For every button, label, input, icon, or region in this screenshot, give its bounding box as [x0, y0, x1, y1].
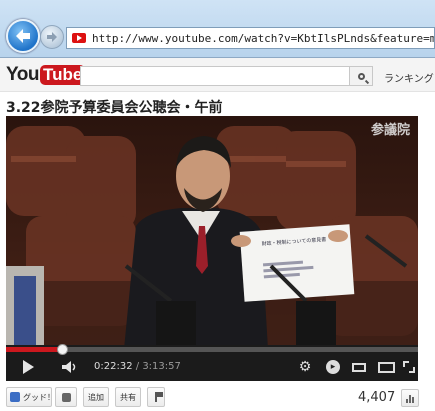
browser-toolbar: http://www.youtube.com/watch?v=KbtIlsPLn…: [0, 0, 435, 58]
large-player-icon: [377, 361, 395, 373]
like-label: グッド！: [23, 392, 55, 402]
gear-icon: ⚙: [298, 359, 312, 375]
action-bar: グッド！ 追加 共有 4,407: [0, 381, 435, 411]
logo-tube: Tube: [39, 65, 86, 85]
volume-button[interactable]: [60, 357, 80, 377]
flag-icon: [155, 392, 163, 402]
play-button[interactable]: [20, 357, 36, 377]
youtube-favicon-icon: [72, 33, 86, 43]
settings-button[interactable]: ⚙: [296, 357, 314, 377]
large-player-button[interactable]: [376, 357, 396, 377]
share-button[interactable]: 共有: [115, 387, 141, 407]
current-time: 0:22:32: [94, 361, 133, 372]
player-controls: 0:22:32 / 3:13:57 ⚙ ▸: [6, 344, 418, 381]
fullscreen-icon: [403, 361, 415, 373]
small-player-icon: [352, 362, 366, 372]
thumbs-up-icon: [10, 392, 20, 402]
video-title: 3.22参院予算委員会公聴会・午前: [6, 100, 223, 116]
youtube-logo[interactable]: You Tube: [6, 64, 86, 85]
view-count: 4,407: [358, 390, 396, 405]
duration: 3:13:57: [142, 361, 181, 372]
video-player[interactable]: 財政・税制についての意見書 参議院: [6, 116, 418, 349]
progress-bar[interactable]: [6, 344, 418, 355]
arrow-left-icon: [16, 29, 30, 43]
progress-fill: [6, 347, 63, 352]
logo-you: You: [6, 64, 39, 85]
channel-watermark: 参議院: [370, 123, 410, 138]
watch-on-youtube-button[interactable]: ▸: [324, 357, 342, 377]
dislike-button[interactable]: [55, 387, 77, 407]
flag-button[interactable]: [147, 387, 165, 407]
thumbs-down-icon: [61, 392, 71, 402]
add-to-button[interactable]: 追加: [83, 387, 109, 407]
address-bar[interactable]: http://www.youtube.com/watch?v=KbtIlsPLn…: [66, 27, 435, 49]
search-input[interactable]: [80, 66, 350, 86]
forward-button[interactable]: [40, 25, 64, 49]
video-frame: 財政・税制についての意見書: [6, 116, 418, 349]
scrubber-handle[interactable]: [56, 344, 68, 355]
url-text: http://www.youtube.com/watch?v=KbtIlsPLn…: [92, 31, 434, 45]
search-button[interactable]: [349, 66, 373, 86]
arrow-right-icon: [47, 32, 57, 42]
fullscreen-button[interactable]: [402, 357, 416, 377]
time-display: 0:22:32 / 3:13:57: [94, 361, 181, 372]
like-button[interactable]: グッド！: [6, 387, 55, 407]
small-player-button[interactable]: [350, 357, 368, 377]
stats-button[interactable]: [401, 389, 419, 407]
search-icon: [357, 72, 365, 80]
youtube-header: You Tube ランキング: [0, 58, 435, 92]
youtube-round-icon: ▸: [326, 360, 340, 374]
add-label: 追加: [88, 392, 104, 402]
share-label: 共有: [120, 392, 136, 402]
ranking-link[interactable]: ランキング: [384, 70, 434, 85]
back-button[interactable]: [6, 19, 40, 53]
volume-icon: [62, 361, 76, 373]
browser-window: http://www.youtube.com/watch?v=KbtIlsPLn…: [0, 0, 435, 411]
